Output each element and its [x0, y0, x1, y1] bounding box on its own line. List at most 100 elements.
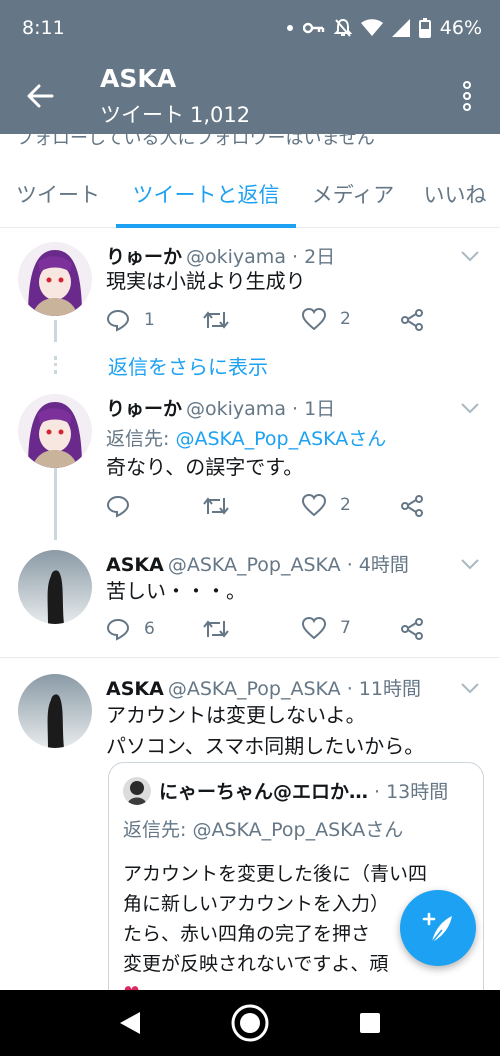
nav-recents-button[interactable]: [350, 1003, 390, 1043]
quote-avatar: [123, 777, 151, 805]
quote-text-line: 角に新しいアカウントを入力）: [123, 893, 390, 915]
tweet-text: 奇なり、の誤字です。: [106, 455, 304, 479]
status-time: 8:11: [22, 17, 65, 39]
share-button[interactable]: [400, 308, 424, 332]
share-icon: [401, 309, 423, 331]
retweet-button[interactable]: [202, 617, 244, 641]
heart-icon: [302, 308, 326, 330]
nav-home-button[interactable]: [230, 1003, 270, 1043]
back-button[interactable]: [18, 74, 62, 118]
avatar[interactable]: [18, 394, 92, 468]
avatar[interactable]: [18, 550, 92, 624]
arrow-left-icon: [27, 84, 54, 108]
more-options-button[interactable]: [452, 74, 482, 118]
thread-line: [54, 468, 57, 540]
like-count: 2: [340, 309, 351, 329]
share-icon: [401, 618, 423, 640]
reply-icon: [106, 495, 130, 518]
status-icons: 46%: [286, 17, 482, 39]
like-button[interactable]: 7: [302, 617, 351, 639]
author-name[interactable]: ASKA: [106, 554, 164, 576]
tweet-header: りゅーか @okiyama · 2日: [106, 242, 335, 269]
chevron-down-icon[interactable]: [458, 244, 482, 268]
battery-percent: 46%: [439, 17, 482, 39]
author-name[interactable]: ASKA: [106, 678, 164, 700]
feather-plus-icon: [422, 912, 452, 943]
chevron-down-icon[interactable]: [458, 396, 482, 420]
author-handle: @ASKA_Pop_ASKA · 4時間: [167, 554, 409, 576]
square-recents-icon: [360, 1013, 380, 1033]
tweet-header: りゅーか @okiyama · 1日: [106, 394, 335, 421]
circle-home-icon: [231, 1004, 269, 1042]
thread-line: [54, 320, 57, 342]
heart-emoji: ♥: [123, 979, 427, 990]
share-button[interactable]: [400, 494, 424, 518]
nav-back-button[interactable]: [110, 1003, 150, 1043]
reply-icon: [106, 309, 130, 332]
tweet-count-label: ツイート: [100, 103, 184, 127]
tweet-actions: 6 7: [106, 617, 436, 647]
chevron-down-icon[interactable]: [458, 552, 482, 576]
avatar[interactable]: [18, 674, 92, 748]
quote-reply-to: 返信先: @ASKA_Pop_ASKAさん: [123, 819, 404, 841]
retweet-icon: [203, 620, 229, 638]
reply-count: 1: [144, 310, 155, 330]
heart-icon: [302, 494, 326, 516]
chevron-down-icon[interactable]: [458, 676, 482, 700]
reply-to-label: 返信先:: [106, 428, 170, 450]
tweet-header: ASKA @ASKA_Pop_ASKA · 4時間: [106, 550, 409, 577]
notification-dot-icon: [286, 24, 294, 32]
retweet-icon: [203, 497, 229, 515]
author-handle: @okiyama · 2日: [186, 246, 336, 268]
author-handle: @ASKA_Pop_ASKA · 11時間: [167, 678, 421, 700]
more-vertical-icon: [463, 81, 471, 111]
tweet-feed: りゅーか @okiyama · 2日 現実は小説より生成り 1 2 返信をさらに…: [0, 228, 500, 990]
status-bar: 8:11 46%: [0, 0, 500, 56]
author-handle: @okiyama · 1日: [186, 398, 336, 420]
author-name[interactable]: りゅーか: [106, 398, 182, 420]
like-button[interactable]: 2: [302, 308, 351, 330]
quote-header: にゃーちゃん@エロか… · 13時間: [159, 777, 448, 804]
tweet-count: ツイート 1,012: [100, 99, 250, 129]
bell-off-icon: [333, 18, 352, 38]
avatar[interactable]: [18, 242, 92, 316]
quote-author-name: にゃーちゃん@エロか…: [159, 781, 369, 803]
compose-tweet-button[interactable]: [400, 890, 476, 966]
author-name[interactable]: りゅーか: [106, 246, 182, 268]
tweet-text: アカウントは変更しないよ。 パソコン、スマホ同期したいから。: [106, 700, 424, 762]
quote-time: · 13時間: [374, 781, 449, 803]
tweet-text-line: パソコン、スマホ同期したいから。: [106, 734, 425, 758]
quote-text: アカウントを変更した後に（青い四 角に新しいアカウントを入力） たら、赤い四角の…: [123, 859, 427, 990]
reply-button[interactable]: [106, 494, 144, 518]
app-bar: ASKA ツイート 1,012: [0, 56, 500, 134]
tab-media[interactable]: メディア: [296, 160, 410, 228]
wifi-icon: [360, 19, 383, 37]
quote-text-line: 変更が反映されないですよ、頑: [123, 953, 389, 975]
profile-tabs: ツイート ツイートと返信 メディア いいね: [0, 160, 500, 228]
tweet-text-line: アカウントは変更しないよ。: [106, 703, 366, 727]
heart-icon: [302, 617, 326, 639]
cell-signal-icon: [391, 19, 410, 37]
reply-button[interactable]: 1: [106, 308, 155, 332]
tweet-count-value: 1,012: [190, 103, 251, 127]
tab-tweets[interactable]: ツイート: [0, 160, 116, 228]
battery-icon: [418, 18, 431, 38]
show-more-replies-link[interactable]: 返信をさらに表示: [108, 351, 268, 380]
tweet-actions: 2: [106, 494, 436, 524]
thread-line-dotted: [54, 356, 57, 374]
tab-tweets-and-replies[interactable]: ツイートと返信: [116, 160, 296, 228]
tweet-divider: [0, 657, 500, 658]
reply-count: 6: [144, 619, 155, 639]
tab-likes[interactable]: いいね: [410, 160, 500, 228]
like-button[interactable]: 2: [302, 494, 351, 516]
tweet-actions: 1 2: [106, 308, 436, 338]
like-count: 2: [340, 495, 351, 515]
vpn-key-icon: [302, 21, 325, 35]
retweet-icon: [203, 311, 229, 329]
retweet-button[interactable]: [202, 308, 244, 332]
reply-to-mention[interactable]: @ASKA_Pop_ASKAさん: [175, 428, 386, 450]
share-button[interactable]: [400, 617, 424, 641]
retweet-button[interactable]: [202, 494, 244, 518]
reply-button[interactable]: 6: [106, 617, 155, 641]
reply-icon: [106, 618, 130, 641]
